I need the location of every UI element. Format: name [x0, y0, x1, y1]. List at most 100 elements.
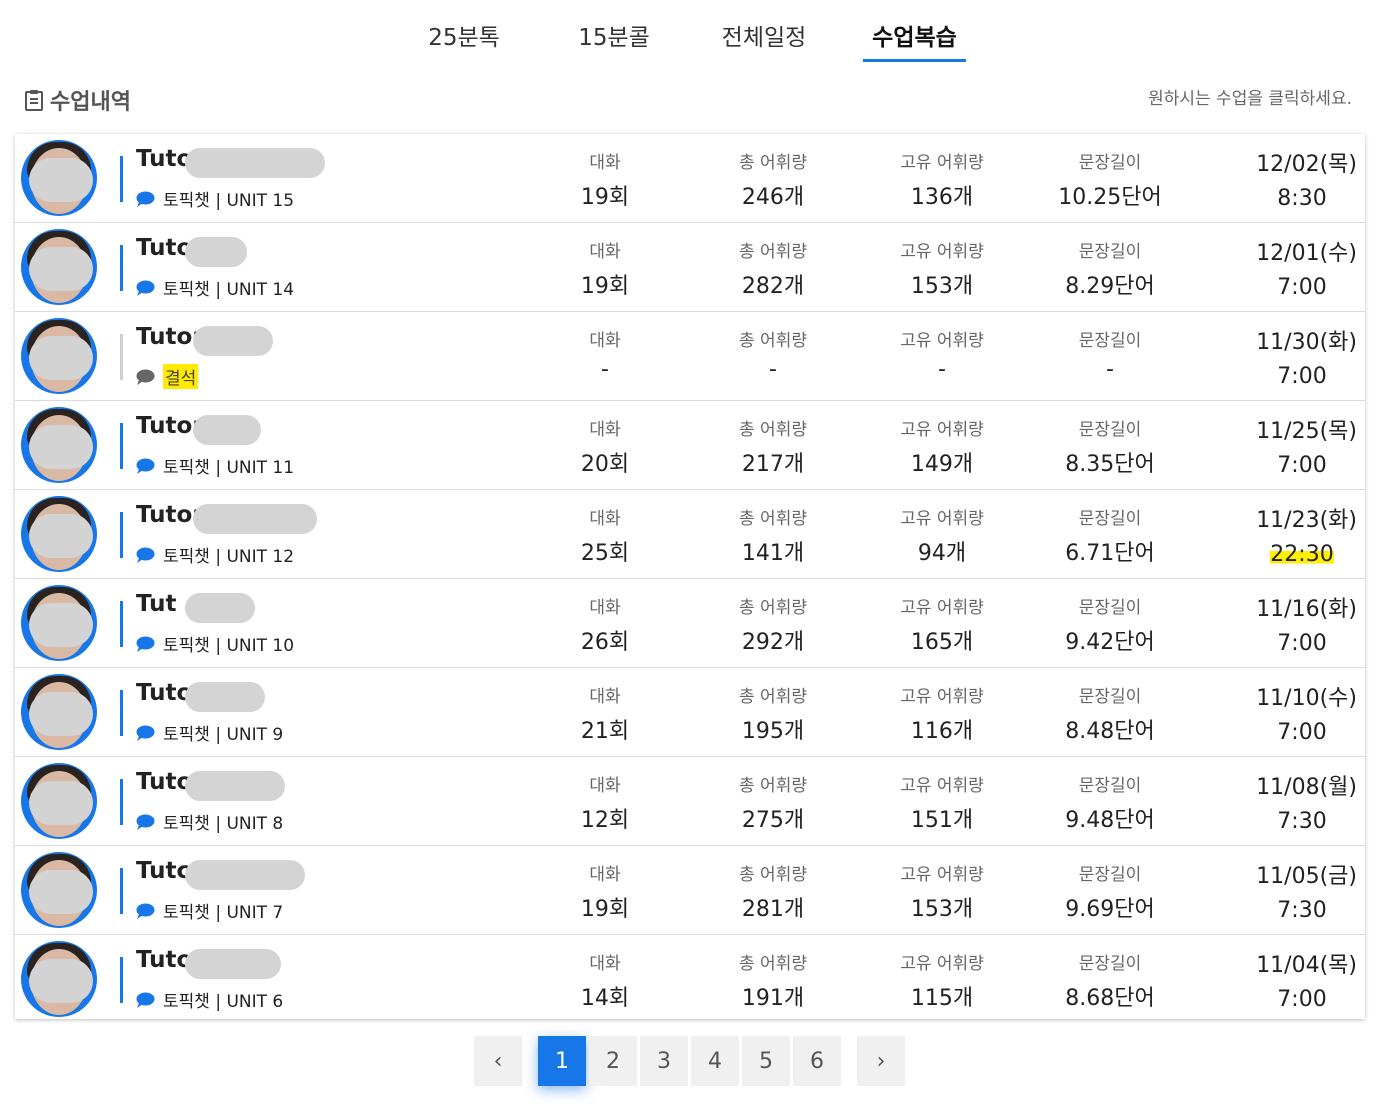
stat-sentence-length: 문장길이 8.48단어	[1035, 682, 1185, 745]
stat-value: 191개	[741, 986, 805, 1011]
page-button-4[interactable]: 4	[691, 1036, 739, 1086]
tab-review[interactable]: 수업복습	[863, 18, 966, 62]
stat-value: 246개	[741, 185, 805, 210]
stat-label: 문장길이	[1078, 776, 1142, 796]
stat-total-vocab: 총 어휘량 282개	[698, 237, 848, 300]
redaction-blur	[185, 148, 325, 178]
redaction-blur	[29, 870, 93, 914]
page-button-3[interactable]: 3	[640, 1036, 688, 1086]
stat-value: 153개	[910, 897, 974, 922]
redaction-blur	[185, 949, 281, 979]
stat-value: 21회	[580, 719, 630, 744]
stat-value: 9.42단어	[1065, 630, 1155, 655]
course-label: 토픽챗 | UNIT 15	[163, 191, 295, 211]
tab-15min-call[interactable]: 15분콜	[568, 18, 660, 62]
row-accent-bar	[120, 690, 123, 736]
course-label: 결석	[163, 364, 199, 389]
lesson-row[interactable]: Tuto 토픽챗 | UNIT 14 대화 19회 총 어휘량 282개 고유 어휘량 153…	[15, 223, 1365, 312]
stat-talk-count: 대화 19회	[530, 237, 680, 300]
stat-value: 165개	[910, 630, 974, 655]
lesson-row[interactable]: Tuto 토픽챗 | UNIT 9 대화 21회 총 어휘량 195개 고유 어휘량 116개…	[15, 668, 1365, 757]
lesson-row[interactable]: Tuto 토픽챗 | UNIT 6 대화 14회 총 어휘량 191개 고유 어휘량 115개…	[15, 935, 1365, 1023]
course-label: 토픽챗 | UNIT 6	[163, 992, 284, 1012]
stat-label: 총 어휘량	[739, 242, 807, 262]
course-label: 토픽챗 | UNIT 9	[163, 725, 284, 745]
stat-label: 고유 어휘량	[900, 331, 984, 351]
lesson-row[interactable]: Tutc 토픽챗 | UNIT 7 대화 19회 총 어휘량 281개 고유 어휘량 153개…	[15, 846, 1365, 935]
stat-label: 고유 어휘량	[900, 776, 984, 796]
tutor-name: Tuto	[136, 947, 193, 973]
lesson-datetime: 11/16(화) 7:00	[1207, 591, 1357, 656]
lesson-datetime: 11/08(월) 7:30	[1207, 769, 1357, 834]
lesson-date: 11/04(목)	[1256, 953, 1357, 978]
redaction-blur	[29, 959, 93, 1003]
stat-value: 153개	[910, 274, 974, 299]
stat-unique-vocab: 고유 어휘량 115개	[867, 949, 1017, 1012]
click-hint: 원하시는 수업을 클릭하세요.	[1148, 89, 1352, 109]
row-accent-bar	[120, 334, 123, 380]
stat-value: 9.48단어	[1065, 808, 1155, 833]
avatar	[21, 585, 97, 661]
stat-label: 고유 어휘량	[900, 509, 984, 529]
lesson-row[interactable]: Tutor 토픽챗 | UNIT 12 대화 25회 총 어휘량 141개 고유 어휘량 94…	[15, 490, 1365, 579]
redaction-blur	[29, 781, 93, 825]
lesson-time: 7:00	[1277, 364, 1327, 389]
stat-talk-count: 대화 14회	[530, 949, 680, 1012]
lesson-row[interactable]: Tutor 토픽챗 | UNIT 11 대화 20회 총 어휘량 217개 고유 어휘량 14…	[15, 401, 1365, 490]
lesson-date: 11/05(금)	[1256, 864, 1357, 889]
stat-total-vocab: 총 어휘량 275개	[698, 771, 848, 834]
page-button-6[interactable]: 6	[793, 1036, 841, 1086]
avatar	[21, 941, 97, 1017]
tab-schedule[interactable]: 전체일정	[712, 18, 816, 62]
page-button-1[interactable]: 1	[538, 1036, 586, 1086]
stat-value: 6.71단어	[1065, 541, 1155, 566]
stat-sentence-length: 문장길이 8.35단어	[1035, 415, 1185, 478]
stat-value: 8.48단어	[1065, 719, 1155, 744]
course-info: 토픽챗 | UNIT 9	[136, 720, 283, 745]
chat-bubble-icon	[136, 369, 155, 385]
stat-label: 대화	[589, 153, 621, 173]
redaction-blur	[29, 603, 93, 647]
chat-bubble-icon	[136, 191, 155, 207]
stat-label: 고유 어휘량	[900, 687, 984, 707]
stat-label: 대화	[589, 509, 621, 529]
next-page-chevron-right-icon[interactable]: ›	[857, 1036, 905, 1086]
stat-sentence-length: 문장길이 6.71단어	[1035, 504, 1185, 567]
stat-label: 대화	[589, 954, 621, 974]
course-info: 토픽챗 | UNIT 11	[136, 453, 294, 478]
stat-sentence-length: 문장길이 9.42단어	[1035, 593, 1185, 656]
lesson-row[interactable]: Tuto 토픽챗 | UNIT 8 대화 12회 총 어휘량 275개 고유 어휘량 151개…	[15, 757, 1365, 846]
stat-value: 292개	[741, 630, 805, 655]
course-info: 토픽챗 | UNIT 12	[136, 542, 294, 567]
page-button-2[interactable]: 2	[589, 1036, 637, 1086]
lesson-datetime: 12/02(목) 8:30	[1207, 146, 1357, 211]
avatar	[21, 140, 97, 216]
stat-value: 25회	[580, 541, 630, 566]
stat-total-vocab: 총 어휘량 191개	[698, 949, 848, 1012]
prev-page-chevron-left-icon[interactable]: ‹	[474, 1036, 522, 1086]
lesson-row[interactable]: Tutor 결석 대화 - 총 어휘량 - 고유 어휘량 - 문장길이 -11/30(화) 7:00	[15, 312, 1365, 401]
stat-talk-count: 대화 25회	[530, 504, 680, 567]
stat-unique-vocab: 고유 어휘량 165개	[867, 593, 1017, 656]
stat-sentence-length: 문장길이 8.29단어	[1035, 237, 1185, 300]
lesson-datetime: 11/05(금) 7:30	[1207, 858, 1357, 923]
stat-unique-vocab: 고유 어휘량 153개	[867, 860, 1017, 923]
section-title: 수업내역	[24, 84, 131, 116]
tab-25min-talk[interactable]: 25분톡	[418, 18, 510, 62]
stat-label: 문장길이	[1078, 153, 1142, 173]
row-accent-bar	[120, 512, 123, 558]
page-button-5[interactable]: 5	[742, 1036, 790, 1086]
stat-label: 대화	[589, 242, 621, 262]
avatar	[21, 318, 97, 394]
lesson-row[interactable]: Tuto 토픽챗 | UNIT 15 대화 19회 총 어휘량 246개 고유 어휘량 136…	[15, 134, 1365, 223]
avatar	[21, 229, 97, 305]
stat-label: 문장길이	[1078, 242, 1142, 262]
stat-label: 대화	[589, 776, 621, 796]
section-title-text: 수업내역	[50, 90, 131, 115]
lesson-row[interactable]: Tut 토픽챗 | UNIT 10 대화 26회 총 어휘량 292개 고유 어휘량 165개…	[15, 579, 1365, 668]
chat-bubble-icon	[136, 280, 155, 296]
stat-value: -	[938, 357, 946, 382]
lesson-datetime: 11/04(목) 7:00	[1207, 947, 1357, 1012]
tutor-name: Tuto	[136, 146, 193, 172]
course-label: 토픽챗 | UNIT 12	[163, 547, 295, 567]
